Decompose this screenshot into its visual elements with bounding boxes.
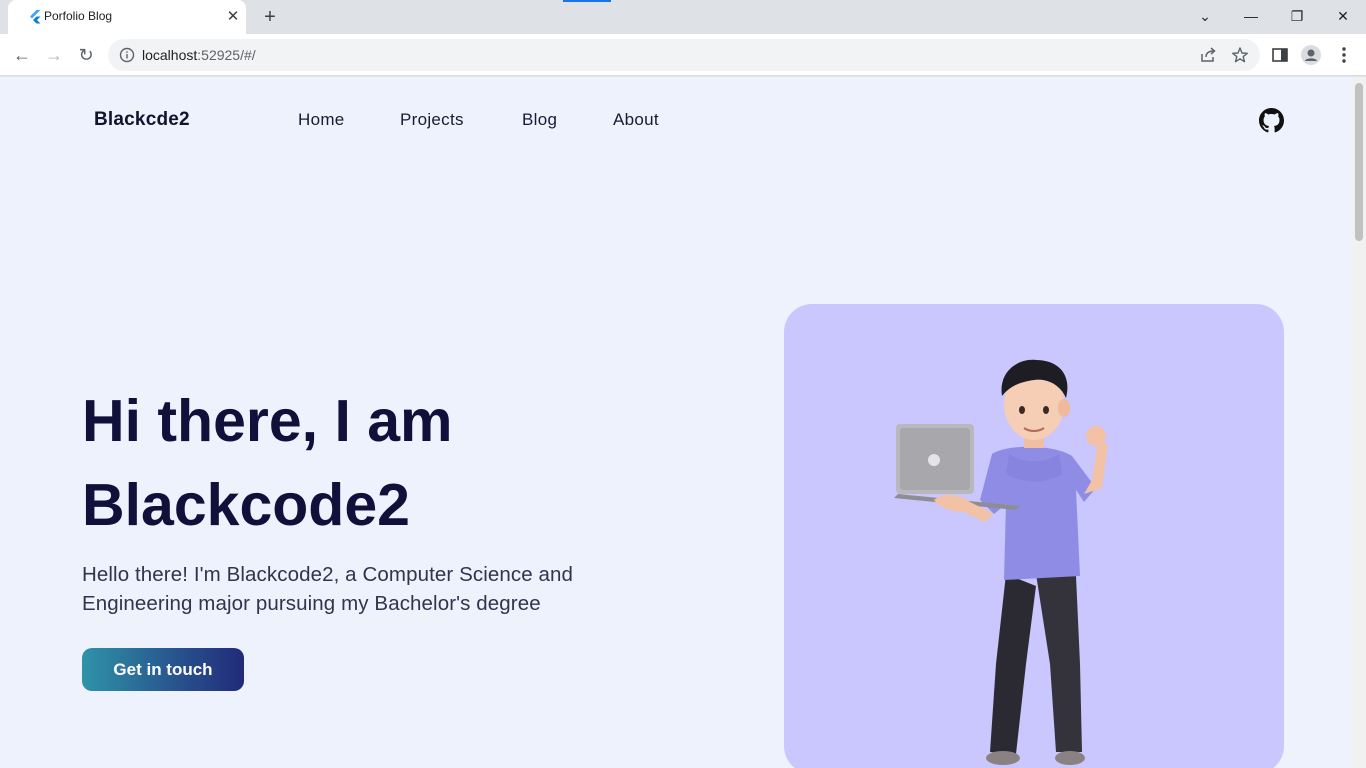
hero-title-line-2: Blackcode2 — [82, 472, 410, 538]
github-icon[interactable] — [1259, 108, 1284, 133]
hero-description: Hello there! I'm Blackcode2, a Computer … — [82, 563, 574, 615]
forward-button[interactable]: → — [41, 42, 67, 68]
scrollbar-thumb[interactable] — [1355, 83, 1363, 241]
nav-link-about[interactable]: About — [613, 110, 659, 130]
share-icon[interactable] — [1199, 46, 1217, 64]
url-path: :52925/#/ — [197, 47, 256, 63]
person-with-laptop-illustration — [894, 359, 1108, 765]
page-viewport: Blackcde2 Home Projects Blog About Hi th… — [0, 77, 1352, 768]
flutter-icon — [30, 10, 41, 24]
tab-loading-indicator — [563, 0, 611, 2]
tab-close-icon[interactable]: ✕ — [224, 8, 242, 26]
close-window-button[interactable]: ✕ — [1331, 5, 1355, 27]
tab-search-dropdown-icon[interactable]: ⌄ — [1193, 5, 1217, 27]
url-host: localhost — [142, 47, 198, 63]
profile-avatar-icon[interactable] — [1301, 45, 1321, 65]
reload-button[interactable]: ↻ — [73, 42, 99, 68]
address-bar[interactable]: localhost:52925/#/ — [108, 39, 1260, 71]
hero-title-line-1: Hi there, I am — [82, 388, 453, 454]
back-button[interactable]: ← — [9, 42, 35, 68]
hero-title: Hi there, I am Blackcode2 — [82, 379, 453, 547]
browser-toolbar: ← → ↻ localhost:52925/#/ — [0, 34, 1366, 76]
hero-illustration-card — [784, 304, 1284, 768]
new-tab-button[interactable]: + — [259, 6, 281, 28]
minimize-button[interactable]: — — [1239, 5, 1263, 27]
page-scrollbar[interactable] — [1352, 77, 1366, 768]
restore-button[interactable]: ❐ — [1285, 5, 1309, 27]
side-panel-icon[interactable] — [1270, 45, 1290, 65]
browser-tab-active[interactable]: Porfolio Blog ✕ — [8, 0, 246, 34]
tab-title: Porfolio Blog — [44, 9, 113, 23]
browser-menu-icon[interactable] — [1334, 45, 1354, 65]
nav-link-home[interactable]: Home — [298, 110, 345, 130]
site-info-icon[interactable] — [119, 47, 135, 63]
get-in-touch-button[interactable]: Get in touch — [82, 648, 244, 691]
bookmark-star-icon[interactable] — [1231, 46, 1249, 64]
nav-link-projects[interactable]: Projects — [400, 110, 464, 130]
site-brand[interactable]: Blackcde2 — [94, 109, 190, 131]
url-text[interactable]: localhost:52925/#/ — [142, 47, 256, 63]
browser-tab-bar: Porfolio Blog ✕ + ⌄ — ❐ ✕ — [0, 0, 1366, 34]
nav-link-blog[interactable]: Blog — [522, 110, 557, 130]
